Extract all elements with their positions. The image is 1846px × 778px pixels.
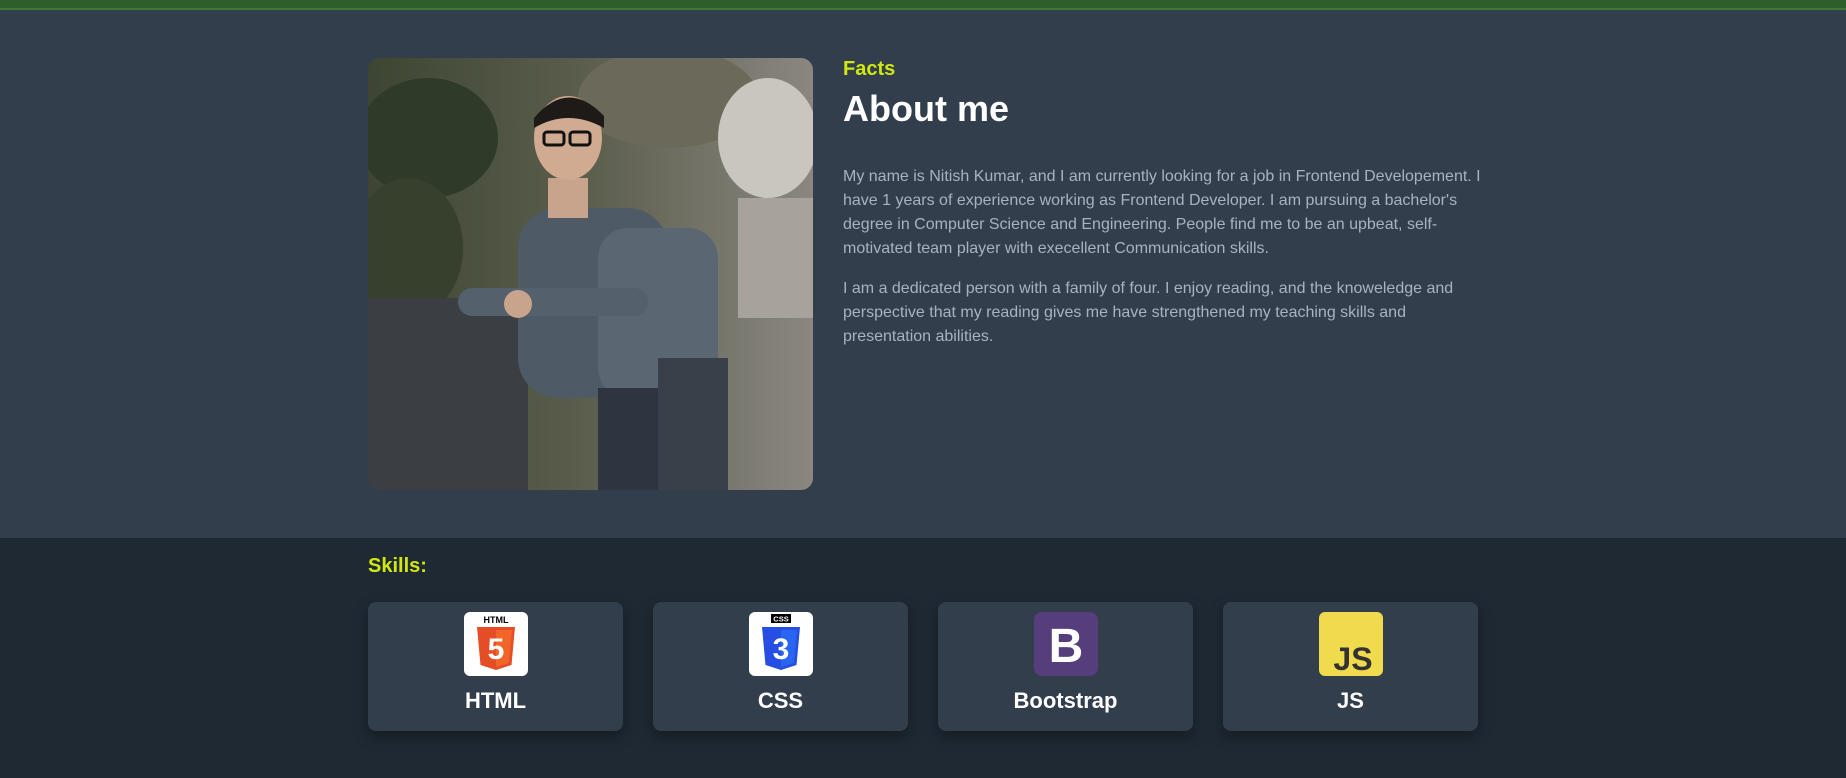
svg-text:CSS: CSS xyxy=(773,615,788,624)
skill-name-bootstrap: Bootstrap xyxy=(1013,688,1118,713)
html5-icon: HTML 5 xyxy=(464,612,528,676)
about-paragraph-2: I am a dedicated person with a family of… xyxy=(843,280,1454,345)
skill-card-css: CSS 3 CSS xyxy=(653,602,908,731)
skill-name-js: JS xyxy=(1337,688,1364,713)
svg-text:JS: JS xyxy=(1333,641,1372,676)
skill-card-js: JS JS xyxy=(1223,602,1478,731)
css3-icon: CSS 3 xyxy=(749,612,813,676)
skills-section: Skills: HTML 5 HTML CSS 3 CSS B Bootstra… xyxy=(0,538,1846,778)
skill-name-css: CSS xyxy=(757,688,804,713)
javascript-icon: JS xyxy=(1319,612,1383,676)
svg-text:HTML: HTML xyxy=(484,615,509,625)
skill-card-bootstrap: B Bootstrap xyxy=(938,602,1193,731)
skills-heading: Skills: xyxy=(368,555,427,577)
svg-text:5: 5 xyxy=(488,633,505,666)
skill-card-html: HTML 5 HTML xyxy=(368,602,623,731)
about-text: My name is Nitish Kumar, and I am curren… xyxy=(843,165,1483,365)
top-accent-bar xyxy=(0,0,1846,10)
profile-photo-illustration xyxy=(368,58,813,490)
section-label-facts: Facts xyxy=(843,58,896,80)
profile-photo xyxy=(368,58,813,490)
about-paragraph-1: My name is Nitish Kumar, and I am curren… xyxy=(843,168,1481,257)
about-section: Facts About me My name is Nitish Kumar, … xyxy=(0,10,1846,538)
about-heading: About me xyxy=(843,88,1009,129)
svg-text:B: B xyxy=(1049,620,1084,673)
svg-text:3: 3 xyxy=(773,633,790,666)
skill-name-html: HTML xyxy=(464,688,527,713)
bootstrap-icon: B xyxy=(1034,612,1098,676)
